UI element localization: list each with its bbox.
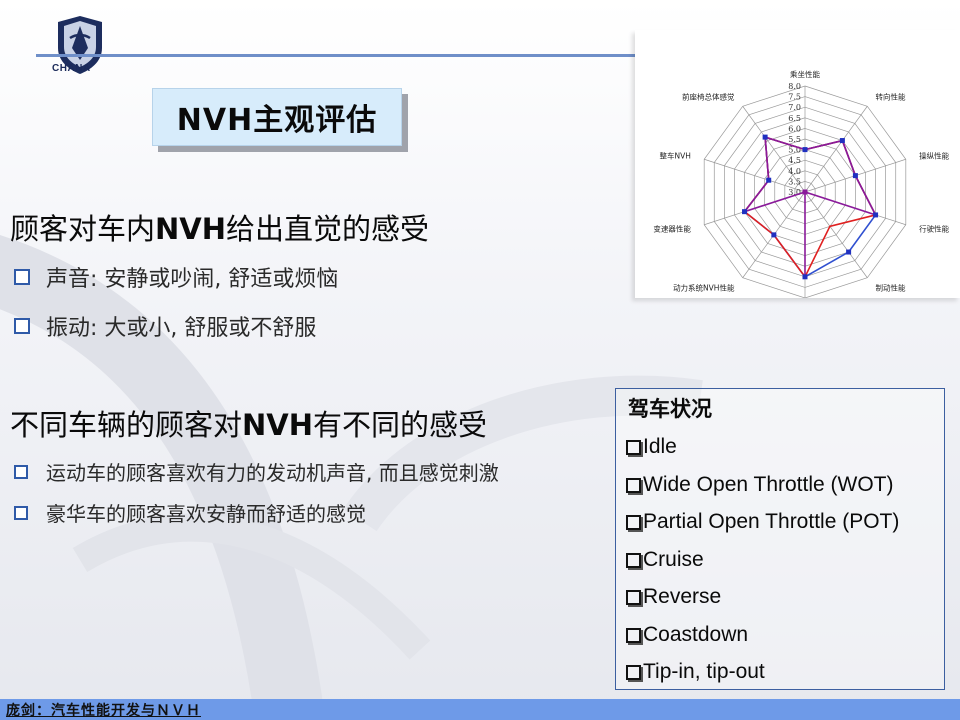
section2-bullet: 运动车的顾客喜欢有力的发动机声音, 而且感觉刺激: [14, 457, 499, 486]
section2-bullet-text: 豪华车的顾客喜欢安静而舒适的感觉: [46, 502, 366, 526]
radar-tick-label: 3.5: [788, 177, 801, 186]
radar-axis-label: 乘坐性能: [790, 69, 820, 79]
radar-tick-label: 7.0: [788, 103, 801, 112]
section1-heading: 顾客对车内NVH给出直觉的感受: [10, 206, 429, 248]
checkbox-bullet-icon: [14, 318, 30, 334]
section2-bullet-text: 运动车的顾客喜欢有力的发动机声音, 而且感觉刺激: [46, 461, 499, 485]
checkbox-bullet-icon: [626, 439, 641, 455]
page-title: NVH主观评估: [176, 103, 378, 138]
section2-heading-suffix: 有不同的感受: [313, 408, 488, 442]
radar-point: [873, 212, 879, 218]
section1-bullet-text: 声音: 安静或吵闹, 舒适或烦恼: [46, 267, 339, 292]
condition-item: Partial Open Throttle (POT): [626, 510, 899, 534]
radar-point: [762, 134, 768, 140]
footer-bar: 庞剑：汽车性能开发与ＮＶＨ: [0, 699, 960, 720]
radar-axis-label: 行驶性能: [919, 223, 949, 233]
driving-conditions-title: 驾车状况: [628, 396, 712, 421]
footer-text: 庞剑：汽车性能开发与ＮＶＨ: [6, 703, 201, 719]
section1-heading-suffix: 给出直觉的感受: [226, 212, 430, 246]
section2-bullet: 豪华车的顾客喜欢安静而舒适的感觉: [14, 498, 366, 527]
checkbox-bullet-icon: [14, 464, 28, 479]
section1-heading-bold: NVH: [155, 212, 227, 246]
radar-point: [766, 177, 772, 183]
title-box: NVH主观评估: [152, 88, 402, 146]
condition-item: Idle: [626, 435, 677, 459]
checkbox-bullet-icon: [626, 552, 641, 568]
checkbox-bullet-icon: [626, 627, 641, 643]
condition-label: Cruise: [643, 548, 704, 571]
logo-text: CHANA: [52, 63, 91, 74]
section1-heading-prefix: 顾客对车内: [10, 212, 156, 246]
condition-item: Coastdown: [626, 623, 748, 647]
radar-axis-line: [804, 191, 868, 278]
radar-axis-label: 转向性能: [876, 92, 906, 102]
radar-point: [802, 274, 808, 280]
radar-axis-label: 操纵性能: [919, 151, 949, 161]
driving-conditions-box: 驾车状况 Idle Wide Open Throttle (WOT) Parti…: [615, 388, 945, 690]
header-divider: [36, 54, 640, 57]
radar-point: [852, 173, 858, 179]
condition-label: Tip-in, tip-out: [643, 660, 765, 683]
checkbox-bullet-icon: [626, 664, 641, 680]
radar-axis-label: 变速器性能: [653, 223, 691, 233]
radar-axis-label: 整车NVH: [659, 151, 690, 161]
condition-label: Wide Open Throttle (WOT): [643, 473, 894, 496]
section1-bullet-text: 振动: 大或小, 舒服或不舒服: [46, 316, 317, 341]
radar-point: [802, 147, 808, 153]
condition-item: Tip-in, tip-out: [626, 660, 765, 684]
radar-axis-label: 动力系统NVH性能: [673, 282, 735, 292]
condition-item: Reverse: [626, 585, 721, 609]
checkbox-bullet-icon: [626, 514, 641, 530]
condition-label: Reverse: [643, 585, 722, 608]
section2-heading-prefix: 不同车辆的顾客对: [10, 408, 243, 442]
condition-label: Idle: [643, 435, 677, 458]
radar-point: [742, 209, 748, 215]
radar-tick-label: 4.0: [788, 167, 801, 176]
radar-tick-label: 6.0: [788, 124, 801, 133]
section2-heading-bold: NVH: [242, 408, 314, 442]
radar-point: [771, 232, 777, 238]
radar-tick-label: 6.5: [788, 114, 801, 123]
checkbox-bullet-icon: [626, 477, 641, 493]
section2-heading: 不同车辆的顾客对NVH有不同的感受: [10, 402, 487, 444]
radar-series-line: [743, 135, 877, 279]
radar-series-line: [742, 135, 878, 277]
checkbox-bullet-icon: [14, 269, 30, 285]
section1-bullet: 振动: 大或小, 舒服或不舒服: [14, 310, 316, 342]
radar-point: [802, 189, 808, 195]
condition-item: Wide Open Throttle (WOT): [626, 473, 894, 497]
condition-label: Partial Open Throttle (POT): [643, 510, 900, 533]
radar-point: [846, 249, 852, 255]
radar-tick-label: 5.5: [788, 135, 801, 144]
radar-chart: 3.03.54.04.55.05.56.06.57.07.58.0 乘坐性能转向…: [653, 69, 950, 298]
radar-point: [839, 138, 845, 144]
section1-bullet: 声音: 安静或吵闹, 舒适或烦恼: [14, 261, 338, 293]
radar-series-line: [743, 135, 877, 278]
radar-axis-label: 前座椅总体感觉: [682, 92, 735, 102]
checkbox-bullet-icon: [14, 505, 28, 520]
condition-item: Cruise: [626, 548, 704, 572]
radar-chart-panel: 3.0 3.5 4.0 4.5 5.0 5.5 6.0 6.5 7.0 7.5 8.0 乘坐性能 转向…: [635, 30, 960, 298]
checkbox-bullet-icon: [626, 589, 641, 605]
condition-label: Coastdown: [643, 623, 749, 646]
radar-tick-label: 8.0: [788, 82, 801, 91]
radar-tick-label: 4.5: [788, 156, 801, 165]
radar-tick-label: 7.5: [788, 93, 801, 102]
radar-axis-label: 制动性能: [876, 282, 906, 292]
